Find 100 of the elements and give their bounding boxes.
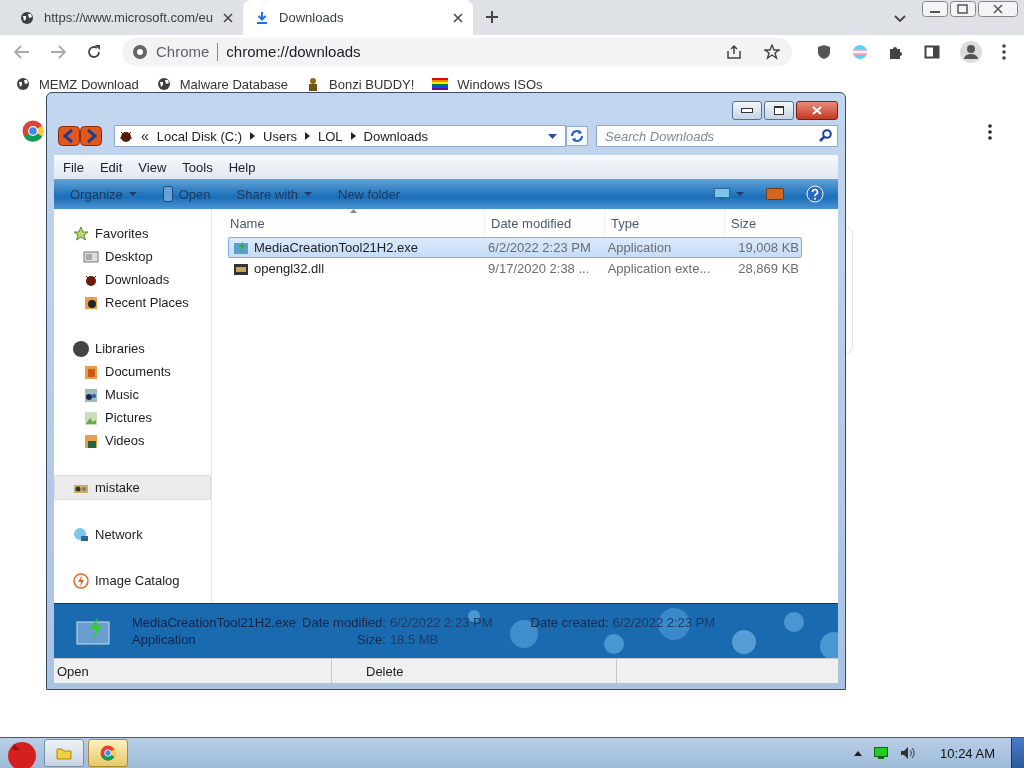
- show-desktop-button[interactable]: [1011, 738, 1024, 768]
- field-label: Size:: [355, 632, 386, 647]
- minimize-button[interactable]: [922, 1, 948, 17]
- close-icon[interactable]: [453, 12, 464, 23]
- monitor-icon: [714, 188, 730, 200]
- field-value: 6/2/2022 2:23 PM: [612, 615, 716, 630]
- desktop-icon: [83, 248, 99, 265]
- help-icon[interactable]: [806, 185, 824, 203]
- bookmark[interactable]: Malware Database: [156, 76, 289, 92]
- new-tab-icon[interactable]: [485, 10, 500, 24]
- star-icon[interactable]: [764, 43, 780, 60]
- file-name: MediaCreationTool21H2.exe: [132, 615, 297, 630]
- nav-item[interactable]: Desktop: [54, 245, 211, 268]
- nav-item[interactable]: Videos: [54, 429, 211, 452]
- browser-tab[interactable]: Downloads: [243, 0, 474, 35]
- tray-arrow-icon[interactable]: [854, 750, 863, 756]
- more-icon[interactable]: [1002, 43, 1006, 60]
- back-button[interactable]: [58, 126, 80, 146]
- caret-icon: [736, 192, 744, 196]
- download-icon: [255, 10, 270, 25]
- menu-item[interactable]: Help: [228, 159, 256, 175]
- view-button[interactable]: [714, 188, 744, 200]
- star-icon: [73, 225, 89, 242]
- globe-icon: [20, 10, 34, 25]
- video-folder-icon: [83, 432, 99, 449]
- rainbow-flag-icon: [432, 77, 449, 91]
- nav-item[interactable]: Image Catalog: [54, 569, 211, 592]
- menu-item[interactable]: Edit: [99, 159, 123, 175]
- folder-bug-icon: [119, 129, 133, 143]
- circle-icon: [73, 340, 89, 357]
- field-value: 18.5 MB: [389, 632, 440, 647]
- address-field[interactable]: « Local Disk (C:) Users LOL Downloads: [114, 125, 566, 147]
- nav-item[interactable]: Music: [54, 383, 211, 406]
- installer-icon: [233, 239, 249, 256]
- table-cell: opengl32.dll: [254, 261, 325, 276]
- column-header[interactable]: Name: [228, 209, 484, 237]
- phone-icon: [162, 186, 173, 202]
- forward-button[interactable]: [80, 126, 102, 146]
- field-label: Date modified:: [302, 615, 386, 630]
- taskbar-button[interactable]: [88, 739, 128, 767]
- table-cell: 28,869 KB: [738, 261, 799, 276]
- nav-item[interactable]: Pictures: [54, 406, 211, 429]
- menu-item[interactable]: View: [138, 159, 167, 175]
- shield-icon[interactable]: [816, 43, 832, 60]
- chrome-logo-icon: [22, 120, 44, 142]
- lightning-icon: [73, 572, 89, 589]
- nav-item[interactable]: Downloads: [54, 268, 211, 291]
- bookmark[interactable]: Bonzi BUDDY!: [306, 76, 415, 92]
- chrome-icon: [100, 745, 116, 761]
- table-cell: 6/2/2022 2:23 PM: [488, 240, 591, 255]
- network-icon[interactable]: [874, 747, 889, 759]
- close-button[interactable]: [796, 101, 838, 120]
- search-field[interactable]: Search Downloads: [596, 125, 838, 147]
- sidebar-icon[interactable]: [924, 43, 940, 60]
- file-row[interactable]: MediaCreationTool21H2.exe 6/2/2022 2:23 PM Application 19,008 KB: [228, 237, 802, 258]
- nav-item[interactable]: Libraries: [54, 337, 211, 360]
- menu-item[interactable]: Tools: [182, 159, 213, 175]
- close-button[interactable]: [978, 1, 1018, 17]
- refresh-button[interactable]: [566, 126, 588, 146]
- network-icon: [73, 526, 89, 543]
- avatar-icon[interactable]: [960, 40, 982, 63]
- table-cell: 9/17/2020 2:38 ...: [488, 261, 590, 276]
- file-type: Application: [132, 632, 197, 647]
- url-text: chrome://downloads: [226, 43, 361, 60]
- menu-item[interactable]: File: [63, 159, 84, 175]
- address-bar[interactable]: Chrome chrome://downloads: [122, 37, 792, 66]
- globe-icon: [156, 77, 171, 91]
- file-row[interactable]: opengl32.dll 9/17/2020 2:38 ... Application exte... 28,869 KB: [228, 258, 802, 279]
- folder-icon: [56, 746, 72, 760]
- bookmark[interactable]: Windows ISOs: [432, 76, 543, 92]
- nav-item[interactable]: mistake: [54, 475, 211, 500]
- volume-icon[interactable]: [900, 746, 917, 760]
- nav-item[interactable]: Favorites: [54, 222, 211, 245]
- dropdown-icon: [548, 133, 557, 139]
- caret-icon: [304, 192, 312, 196]
- chevron-right-icon: [350, 132, 356, 140]
- chevron-right-icon: [305, 132, 310, 140]
- nav-item[interactable]: Recent Places: [54, 291, 211, 314]
- globe-icon: [16, 77, 30, 91]
- reload-icon[interactable]: [86, 43, 102, 60]
- site-label: Chrome: [156, 43, 210, 60]
- browser-tab[interactable]: https://www.microsoft.com/eu: [8, 0, 244, 35]
- chevron-down-icon[interactable]: [894, 15, 906, 23]
- nav-item[interactable]: Documents: [54, 360, 211, 383]
- bookmark[interactable]: MEMZ Download: [16, 76, 139, 92]
- share-icon[interactable]: [726, 43, 742, 60]
- status-text: Delete: [332, 659, 617, 683]
- chrome-icon: [132, 43, 148, 60]
- table-cell: Application exte...: [607, 261, 711, 276]
- close-icon[interactable]: [223, 12, 234, 23]
- status-text: Open: [54, 659, 332, 683]
- clock[interactable]: 10:24 AM: [940, 745, 995, 761]
- nav-item[interactable]: Network: [54, 523, 211, 546]
- minimize-button[interactable]: [732, 101, 762, 120]
- field-value: 6/2/2022 2:23 PM: [389, 615, 493, 630]
- taskbar-button[interactable]: [44, 739, 84, 767]
- maximize-button[interactable]: [764, 101, 794, 120]
- music-icon: [83, 386, 99, 403]
- chevron-right-icon: [250, 132, 256, 140]
- more-icon[interactable]: [988, 124, 992, 140]
